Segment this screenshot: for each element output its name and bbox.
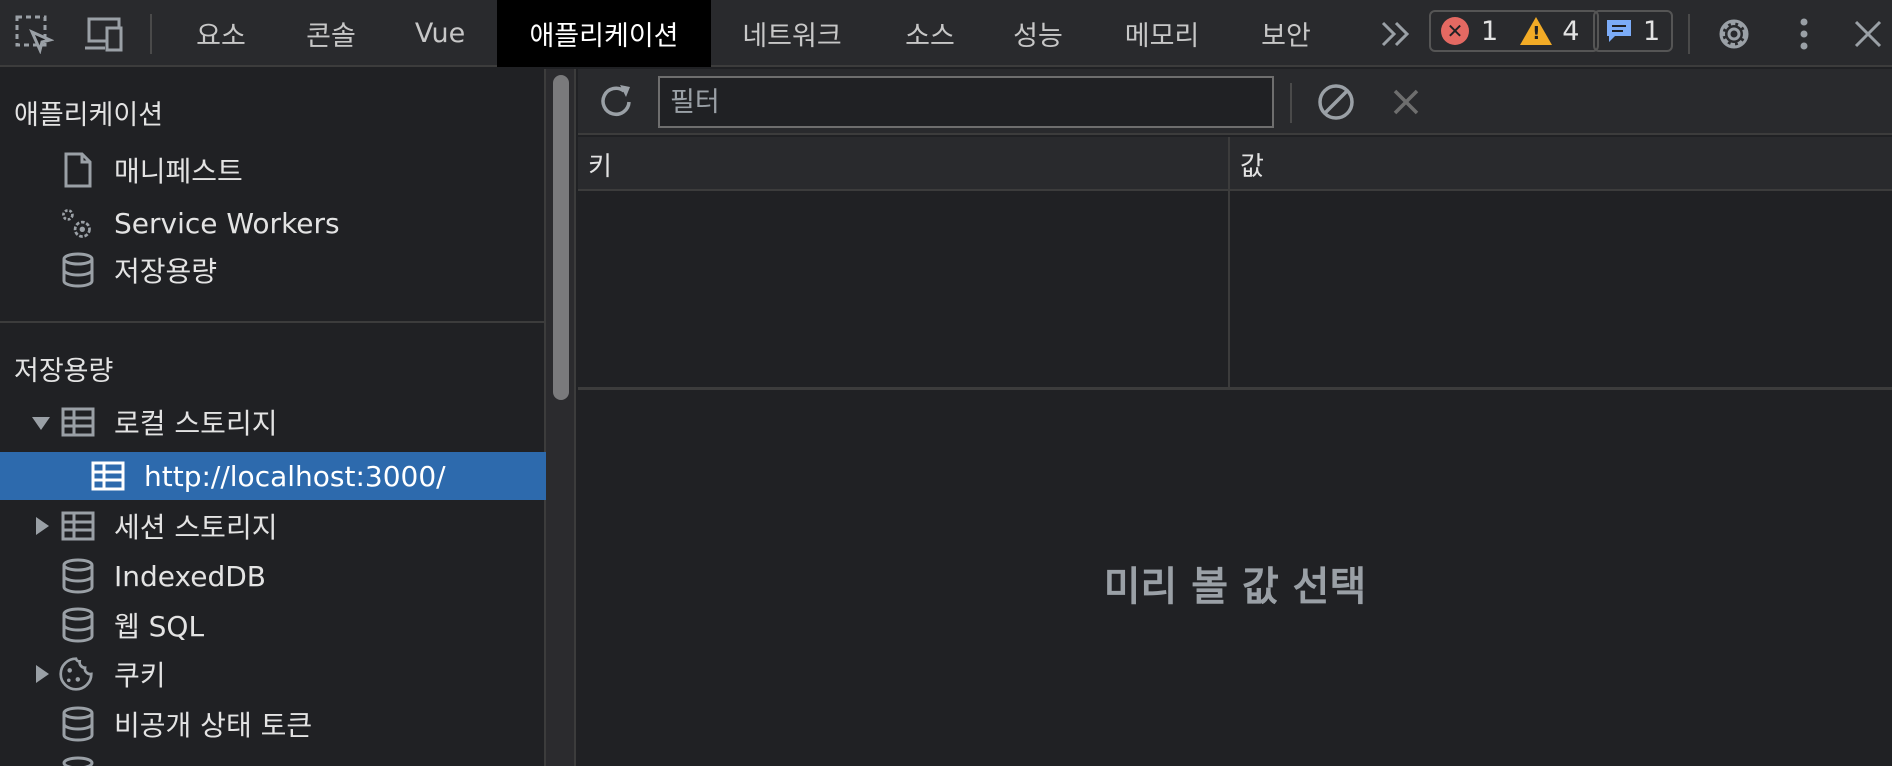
- sidebar-item-label: 비공개 상태 토큰: [114, 709, 313, 742]
- gears-icon: [58, 205, 94, 241]
- more-options-icon[interactable]: [1782, 12, 1826, 56]
- delete-selected-icon[interactable]: [1384, 80, 1428, 124]
- tab-console[interactable]: 콘솔: [280, 0, 382, 67]
- issues-counter[interactable]: ✕ 1 ! 4: [1429, 10, 1599, 52]
- filter-toolbar: [578, 69, 1892, 135]
- tab-vue[interactable]: Vue: [392, 0, 488, 67]
- database-icon: [60, 558, 96, 594]
- inspect-element-icon[interactable]: [12, 12, 56, 56]
- warning-count: 4: [1562, 15, 1580, 47]
- clear-all-icon[interactable]: [1314, 80, 1358, 124]
- preview-placeholder: 미리 볼 값 선택: [1103, 564, 1367, 610]
- sidebar-item-label: 쿠키: [114, 659, 166, 692]
- storage-table-body[interactable]: [578, 191, 1892, 387]
- error-count: 1: [1481, 15, 1499, 47]
- toolbar-separator: [1290, 83, 1292, 123]
- sidebar-item-label: 웹 SQL: [114, 610, 205, 643]
- tab-memory[interactable]: 메모리: [1100, 0, 1224, 67]
- sidebar-item-indexeddb[interactable]: IndexedDB: [0, 553, 546, 599]
- tab-network[interactable]: 네트워크: [720, 0, 864, 67]
- device-toolbar-icon[interactable]: [82, 12, 126, 56]
- gear-icon[interactable]: [1712, 12, 1756, 56]
- sidebar-item-web-sql[interactable]: 웹 SQL: [0, 602, 546, 648]
- application-sidebar: 애플리케이션 매니페스트 Service Workers 저장용량 저장용량 로…: [0, 69, 546, 766]
- tab-sources[interactable]: 소스: [880, 0, 980, 67]
- tab-application[interactable]: 애플리케이션: [497, 0, 711, 67]
- filter-input[interactable]: [658, 76, 1274, 128]
- sidebar-item-localhost-origin[interactable]: http://localhost:3000/: [0, 452, 546, 500]
- sidebar-item-manifest[interactable]: 매니페스트: [0, 147, 546, 193]
- message-count: 1: [1643, 15, 1661, 47]
- section-divider: [0, 321, 546, 323]
- sidebar-item-private-state-tokens[interactable]: 비공개 상태 토큰: [0, 701, 546, 747]
- close-icon[interactable]: [1846, 12, 1890, 56]
- sidebar-item-local-storage[interactable]: 로컬 스토리지: [0, 399, 546, 445]
- sidebar-item-label: IndexedDB: [114, 559, 266, 593]
- expand-arrow-right-icon[interactable]: [36, 665, 49, 683]
- error-icon: ✕: [1441, 17, 1469, 45]
- sidebar-item-service-workers[interactable]: Service Workers: [0, 200, 546, 246]
- toolbar-separator: [1688, 14, 1690, 54]
- message-icon: [1607, 20, 1631, 42]
- sidebar-scrollbar[interactable]: [546, 69, 576, 766]
- sidebar-item-label: 로컬 스토리지: [114, 407, 278, 440]
- section-title-storage: 저장용량: [14, 356, 114, 387]
- section-title-application: 애플리케이션: [14, 100, 164, 131]
- tab-security[interactable]: 보안: [1234, 0, 1338, 67]
- sidebar-item-cookies[interactable]: 쿠키: [0, 651, 546, 697]
- expand-arrow-right-icon[interactable]: [36, 517, 49, 535]
- sidebar-item-storage-overview[interactable]: 저장용량: [0, 247, 546, 293]
- sidebar-item-label: 세션 스토리지: [114, 511, 278, 544]
- column-header-key[interactable]: 키: [578, 137, 1228, 191]
- messages-counter[interactable]: 1: [1593, 10, 1673, 52]
- database-icon: [60, 756, 96, 766]
- toolbar-separator: [150, 14, 152, 54]
- devtools-toolbar: 요소 콘솔 Vue 애플리케이션 네트워크 소스 성능 메모리 보안 ✕ 1 !…: [0, 0, 1892, 67]
- tab-performance[interactable]: 성능: [990, 0, 1086, 67]
- storage-table-header: 키 값: [578, 137, 1892, 191]
- database-icon: [60, 607, 96, 643]
- table-icon: [60, 508, 96, 544]
- sidebar-item-label: 저장용량: [114, 255, 218, 288]
- table-icon: [60, 404, 96, 440]
- table-icon: [90, 458, 126, 494]
- sidebar-scrollbar-thumb[interactable]: [553, 75, 569, 400]
- refresh-icon[interactable]: [594, 80, 638, 124]
- database-icon: [60, 252, 96, 288]
- sidebar-item-partial-next[interactable]: [0, 751, 546, 766]
- sidebar-item-label: 매니페스트: [114, 155, 243, 188]
- sidebar-item-label: http://localhost:3000/: [144, 459, 446, 493]
- sidebar-item-label: Service Workers: [114, 206, 340, 240]
- database-icon: [60, 706, 96, 742]
- cookie-icon: [58, 656, 94, 692]
- preview-split-divider[interactable]: [578, 387, 1892, 390]
- file-icon: [60, 152, 96, 188]
- storage-panel: 키 값 미리 볼 값 선택: [578, 69, 1892, 766]
- expand-arrow-down-icon[interactable]: [32, 417, 50, 430]
- tab-elements[interactable]: 요소: [170, 0, 272, 67]
- sidebar-item-session-storage[interactable]: 세션 스토리지: [0, 503, 546, 549]
- column-header-value[interactable]: 값: [1230, 137, 1892, 191]
- warning-icon: !: [1520, 17, 1553, 45]
- chevron-double-right-icon[interactable]: [1374, 12, 1418, 56]
